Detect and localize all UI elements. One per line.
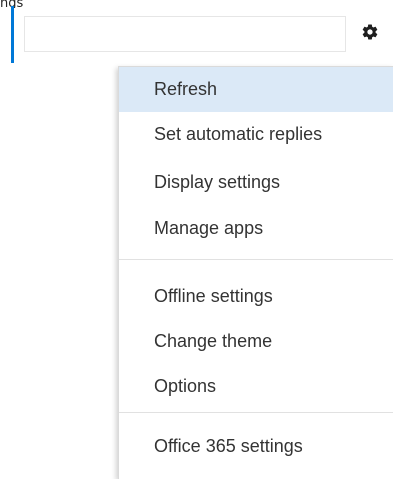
- menu-item-display-settings[interactable]: Display settings: [119, 160, 393, 205]
- left-accent-bar: [11, 6, 14, 63]
- menu-item-manage-apps[interactable]: Manage apps: [119, 206, 393, 251]
- menu-item-refresh[interactable]: Refresh: [119, 67, 393, 112]
- menu-divider: [119, 412, 393, 413]
- menu-item-offline-settings[interactable]: Offline settings: [119, 274, 393, 319]
- search-input[interactable]: [24, 16, 346, 52]
- menu-item-options[interactable]: Options: [119, 364, 393, 409]
- menu-item-set-automatic-replies[interactable]: Set automatic replies: [119, 112, 393, 157]
- gear-icon: [361, 23, 379, 45]
- menu-item-change-theme[interactable]: Change theme: [119, 319, 393, 364]
- settings-button[interactable]: [352, 16, 388, 52]
- menu-item-office-365-settings[interactable]: Office 365 settings: [119, 424, 393, 469]
- menu-divider: [119, 259, 393, 260]
- settings-dropdown-menu: Refresh Set automatic replies Display se…: [118, 66, 393, 479]
